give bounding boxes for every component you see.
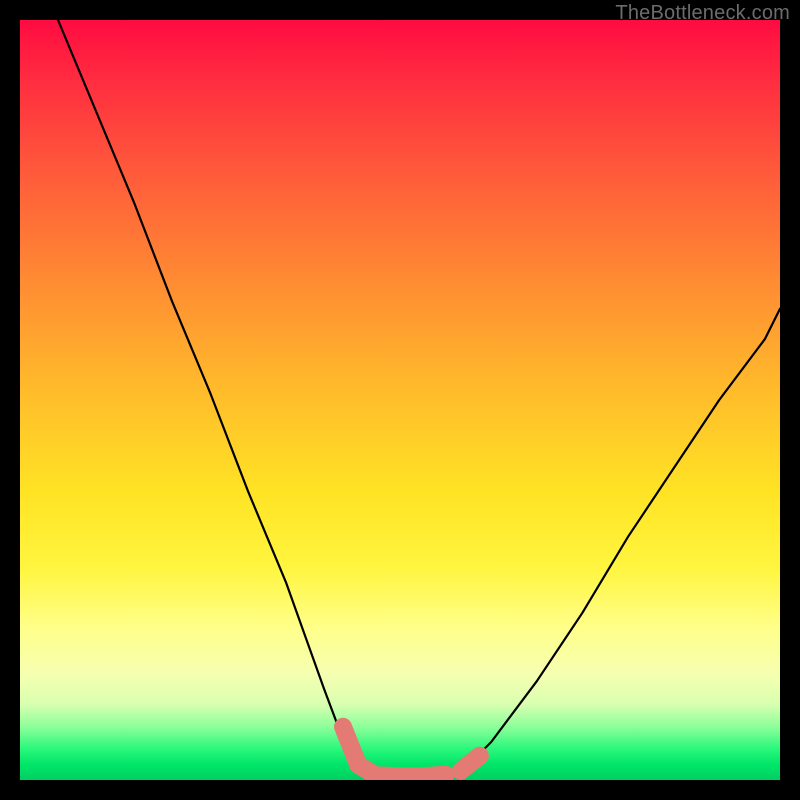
curve-layer: [20, 20, 780, 780]
bottom-right-marker: [461, 756, 480, 771]
plot-area: [20, 20, 780, 780]
watermark-text: TheBottleneck.com: [615, 2, 790, 25]
left-branch-line: [58, 20, 362, 772]
chart-canvas: TheBottleneck.com: [0, 0, 800, 800]
main-curve: [58, 20, 780, 780]
right-branch-line: [461, 309, 780, 773]
marker-group: [343, 727, 480, 776]
bottom-flat-marker: [377, 775, 445, 777]
bottom-left-marker: [343, 727, 373, 774]
